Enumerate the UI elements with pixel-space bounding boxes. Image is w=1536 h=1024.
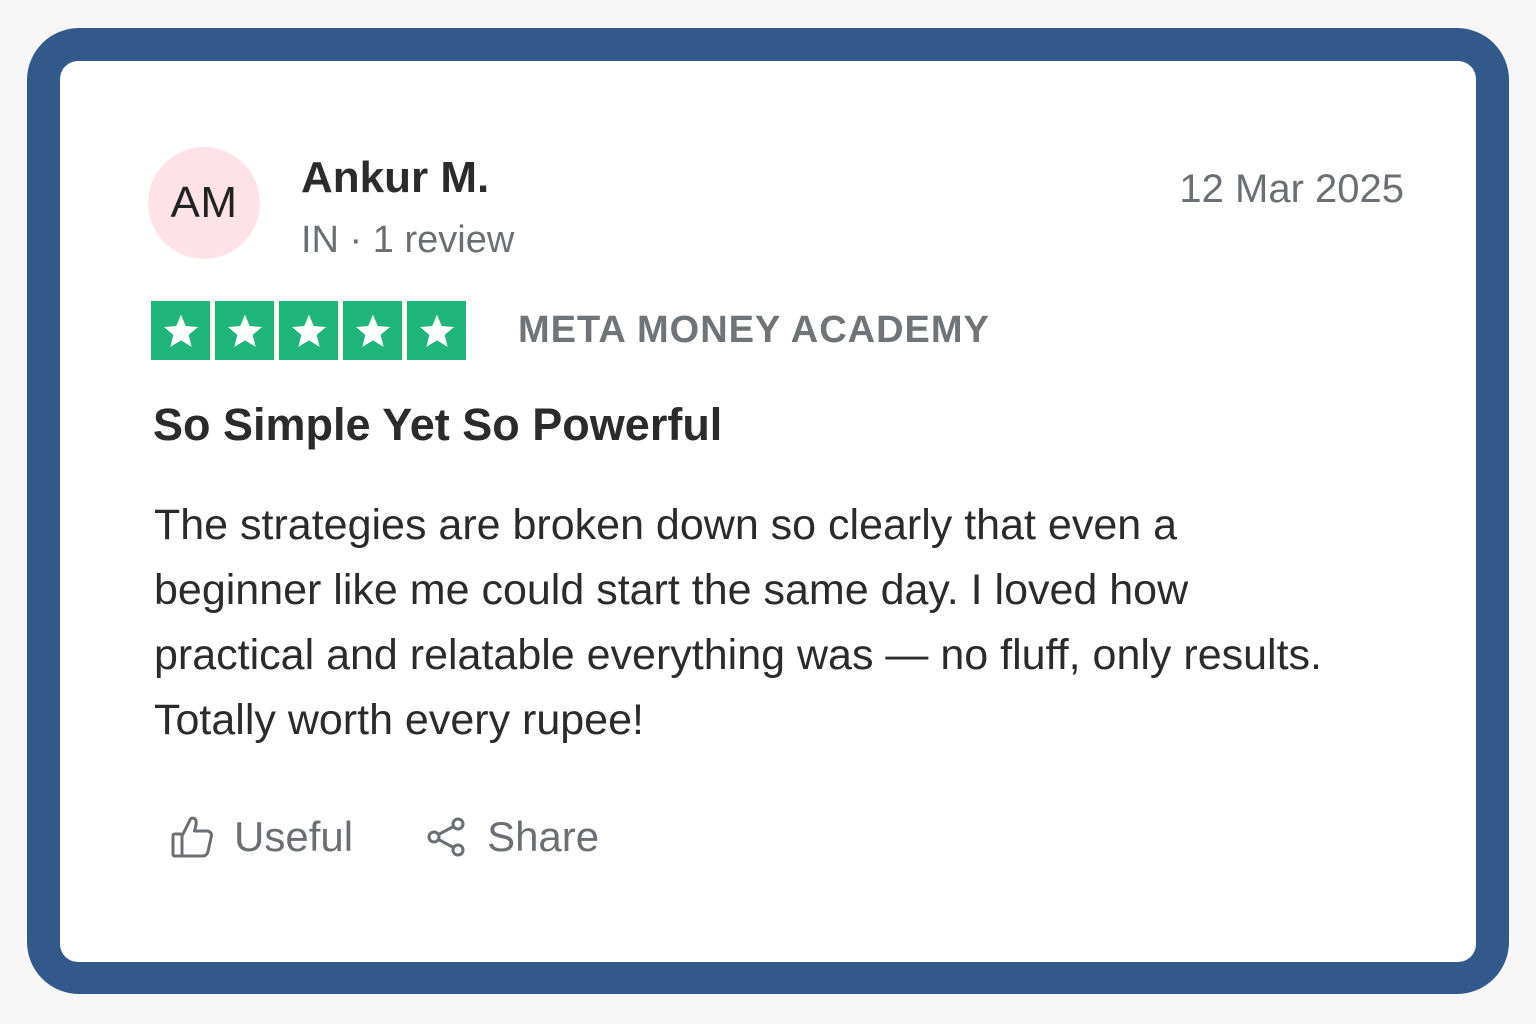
star-icon <box>343 301 402 360</box>
reviewer-meta: IN · 1 review <box>301 219 515 261</box>
star-icon <box>215 301 274 360</box>
share-label: Share <box>487 813 600 860</box>
star-rating <box>151 301 466 360</box>
reviewer-name[interactable]: Ankur M. <box>301 153 489 203</box>
useful-label: Useful <box>234 813 354 860</box>
company-name[interactable]: META MONEY ACADEMY <box>518 309 990 352</box>
thumbs-up-icon <box>170 814 214 860</box>
review-card: AM Ankur M. IN · 1 review 12 Mar 2025 ME… <box>60 61 1476 962</box>
share-icon <box>425 816 467 858</box>
review-actions: Useful Share <box>170 813 599 861</box>
review-body: The strategies are broken down so clearl… <box>154 501 1322 744</box>
share-button[interactable]: Share <box>425 813 599 861</box>
star-icon <box>279 301 338 360</box>
review-title: So Simple Yet So Powerful <box>153 399 723 450</box>
star-icon <box>151 301 210 360</box>
avatar[interactable]: AM <box>148 147 260 259</box>
star-icon <box>407 301 466 360</box>
useful-button[interactable]: Useful <box>170 813 353 861</box>
review-date: 12 Mar 2025 <box>1179 167 1404 211</box>
